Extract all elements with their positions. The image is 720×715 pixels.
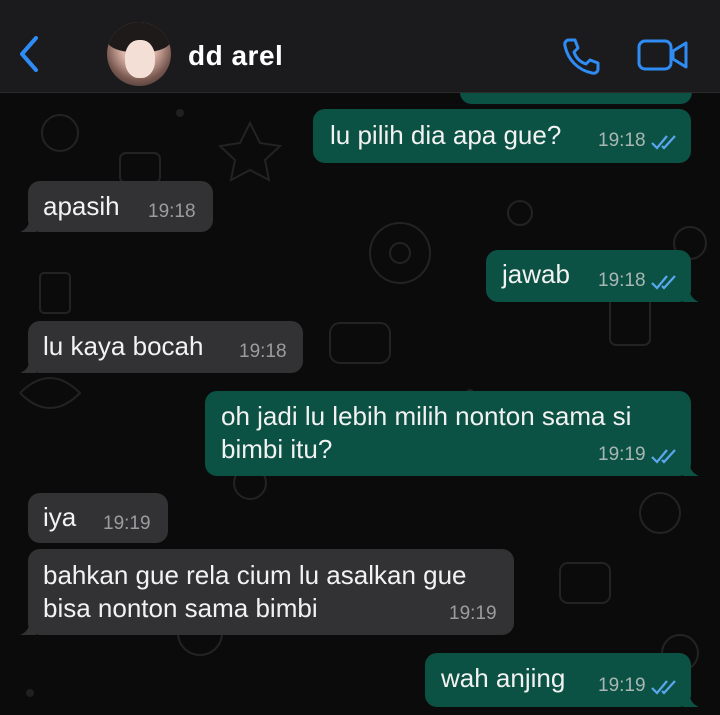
message-text: lu kaya bocah [43,331,204,361]
message-text-line-2: bimbi itu? [221,434,333,464]
message-time: 19:18 [598,270,646,291]
contact-name[interactable]: dd arel [188,40,283,72]
message-time: 19:18 [148,201,196,222]
message-text: lu pilih dia apa gue? [330,120,562,150]
chevron-left-icon[interactable] [14,34,44,74]
message-time: 19:19 [103,513,151,534]
message-bubble-incoming[interactable]: bahkan gue rela cium lu asalkan gue bisa… [20,549,514,635]
message-bubble-incoming[interactable]: apasih 19:18 [20,181,213,232]
read-ticks-icon [651,680,676,695]
bubble-tail [20,216,36,232]
read-ticks-icon [651,449,676,464]
message-text: wah anjing [441,663,566,693]
message-bubble-incoming[interactable]: iya 19:19 [28,493,168,543]
message-list[interactable]: lu pilih dia apa gue? 19:18 apasih 19:18… [0,93,720,715]
message-text-line-1: bahkan gue rela cium lu asalkan gue [43,560,467,590]
bubble-tail [683,691,699,707]
bubble-tail [20,357,36,373]
message-bubble-incoming[interactable]: lu kaya bocah 19:18 [20,321,303,373]
message-text: jawab [502,259,570,289]
bubble-tail [20,619,36,635]
bubble-tail [683,460,699,476]
message-time: 19:19 [598,444,646,465]
chat-header: dd arel [0,0,720,93]
message-time: 19:18 [598,130,646,151]
message-text-line-2: bisa nonton sama bimbi [43,593,318,623]
message-text: apasih [43,191,120,221]
message-text: iya [43,502,77,532]
phone-icon[interactable] [560,36,602,76]
message-text-line-1: oh jadi lu lebih milih nonton sama si [221,401,632,431]
bubble-tail [683,286,699,302]
avatar[interactable] [107,22,171,86]
message-bubble-outgoing[interactable]: lu pilih dia apa gue? 19:18 [313,109,691,163]
message-time: 19:19 [598,675,646,696]
video-camera-icon[interactable] [637,38,689,72]
read-ticks-icon [651,275,676,290]
message-bubble-previous [460,93,692,104]
message-time: 19:18 [239,341,287,362]
message-bubble-outgoing[interactable]: jawab 19:18 [486,250,699,302]
message-time: 19:19 [449,603,497,624]
message-bubble-outgoing[interactable]: wah anjing 19:19 [425,653,699,707]
message-bubble-outgoing[interactable]: oh jadi lu lebih milih nonton sama si bi… [205,391,699,476]
read-ticks-icon [651,135,676,150]
